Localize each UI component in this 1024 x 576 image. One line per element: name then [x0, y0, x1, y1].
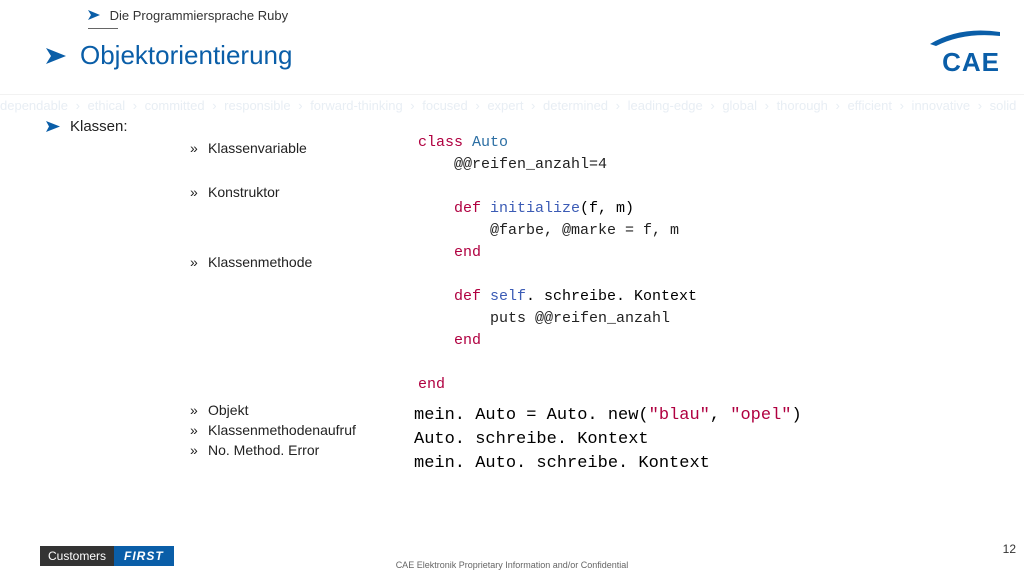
chevron-right-icon — [46, 48, 66, 64]
cf-customers-label: Customers — [40, 546, 114, 566]
sub-bullet-klassenmethode: Klassenmethode — [190, 254, 312, 270]
sub-bullet-list-1: Klassenvariable Konstruktor Klassenmetho… — [190, 140, 312, 282]
breadcrumb: Die Programmiersprache Ruby — [88, 8, 288, 23]
chevron-right-icon — [88, 10, 100, 20]
slide-header: Die Programmiersprache Ruby Objektorient… — [0, 0, 1024, 95]
slide-title-row: Objektorientierung — [46, 40, 292, 71]
customers-first-badge: Customers FIRST — [40, 546, 174, 566]
breadcrumb-label: Die Programmiersprache Ruby — [110, 8, 288, 23]
page-title: Objektorientierung — [80, 40, 292, 71]
page-number: 12 — [1003, 542, 1016, 556]
sub-bullet-nomethoderror: No. Method. Error — [190, 442, 356, 458]
chevron-right-icon — [46, 121, 60, 132]
sub-bullet-klassenvariable: Klassenvariable — [190, 140, 312, 156]
breadcrumb-underline — [88, 28, 118, 29]
logo-text: CAE — [942, 47, 1000, 78]
sub-bullet-list-2: Objekt Klassenmethodenaufruf No. Method.… — [190, 402, 356, 462]
bullet-label: Klassen: — [70, 118, 128, 135]
code-block-usage: mein. Auto = Auto. new("blau", "opel") A… — [412, 402, 812, 478]
sub-bullet-klassenmethodenaufruf: Klassenmethodenaufruf — [190, 422, 356, 438]
sub-bullet-objekt: Objekt — [190, 402, 356, 418]
bullet-klassen: Klassen: — [46, 118, 128, 135]
cae-logo: CAE — [930, 30, 1000, 78]
sub-bullet-konstruktor: Konstruktor — [190, 184, 312, 200]
cf-first-label: FIRST — [114, 546, 174, 566]
code-block-class-definition: class Auto @@reifen_anzahl=4 def initial… — [412, 128, 703, 400]
